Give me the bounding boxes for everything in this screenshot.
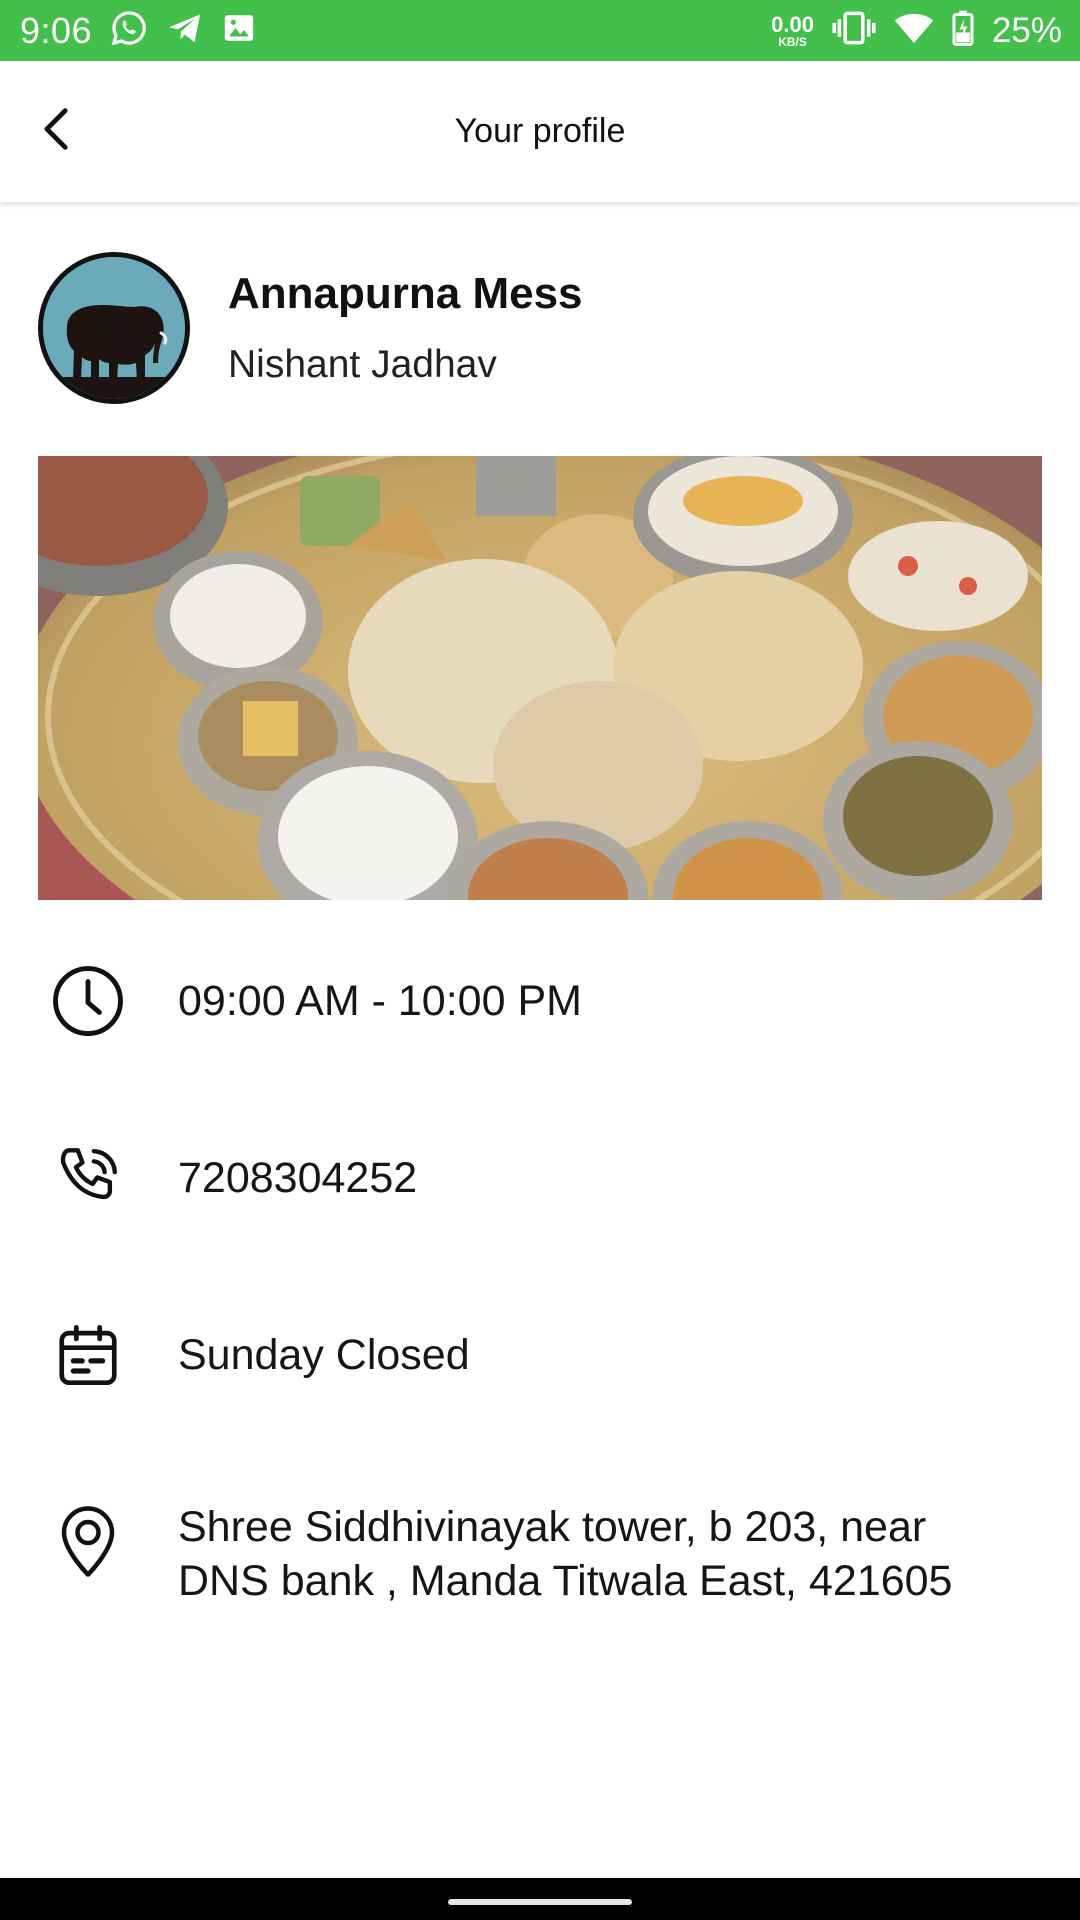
net-speed-unit: KB/S <box>778 34 807 49</box>
profile-screen: 9:06 0.00 KB/S 25% Your profile Annapurn… <box>0 0 1080 1920</box>
battery-percent: 25% <box>991 10 1062 50</box>
cover-image <box>38 456 1042 900</box>
address-text: Shree Siddhivinayak tower, b 203, near D… <box>178 1503 953 1605</box>
status-left: 9:06 <box>20 9 256 52</box>
phone-call-icon <box>38 1143 138 1213</box>
owner-name: Nishant Jadhav <box>228 343 497 386</box>
calendar-icon <box>38 1320 138 1390</box>
phone-row[interactable]: 7208304252 <box>38 1140 1042 1216</box>
clock-icon <box>38 962 138 1040</box>
network-speed: 0.00 KB/S <box>771 11 814 49</box>
battery-charging-icon <box>952 10 974 51</box>
profile-header: Annapurna Mess Nishant Jadhav <box>38 252 1042 404</box>
home-gesture-handle[interactable] <box>448 1899 632 1905</box>
thali-photo <box>38 456 1042 900</box>
timing-row: 09:00 AM - 10:00 PM <box>38 963 1042 1039</box>
elephant-icon <box>43 257 185 399</box>
status-time: 9:06 <box>20 9 93 51</box>
status-right: 0.00 KB/S 25% <box>771 10 1062 51</box>
avatar[interactable] <box>38 252 190 404</box>
telegram-icon <box>166 9 204 52</box>
chevron-left-icon <box>40 107 72 156</box>
location-pin-icon <box>38 1500 138 1580</box>
net-speed-value: 0.00 <box>771 11 814 37</box>
vibrate-icon <box>832 10 876 51</box>
back-button[interactable] <box>30 97 82 165</box>
gallery-icon <box>222 11 256 50</box>
phone-number[interactable]: 7208304252 <box>178 1151 417 1205</box>
profile-text: Annapurna Mess Nishant Jadhav <box>228 269 583 387</box>
business-name: Annapurna Mess <box>228 269 583 318</box>
address-row[interactable]: Shree Siddhivinayak tower, b 203, near D… <box>38 1500 1042 1608</box>
page-title: Your profile <box>454 112 626 150</box>
holiday-info: Sunday Closed <box>178 1331 470 1379</box>
holiday-row: Sunday Closed <box>38 1317 1042 1393</box>
whatsapp-icon <box>110 9 148 52</box>
app-bar: Your profile <box>0 61 1080 202</box>
status-bar: 9:06 0.00 KB/S 25% <box>0 0 1080 61</box>
wifi-icon <box>894 11 934 50</box>
opening-hours: 09:00 AM - 10:00 PM <box>178 977 582 1025</box>
